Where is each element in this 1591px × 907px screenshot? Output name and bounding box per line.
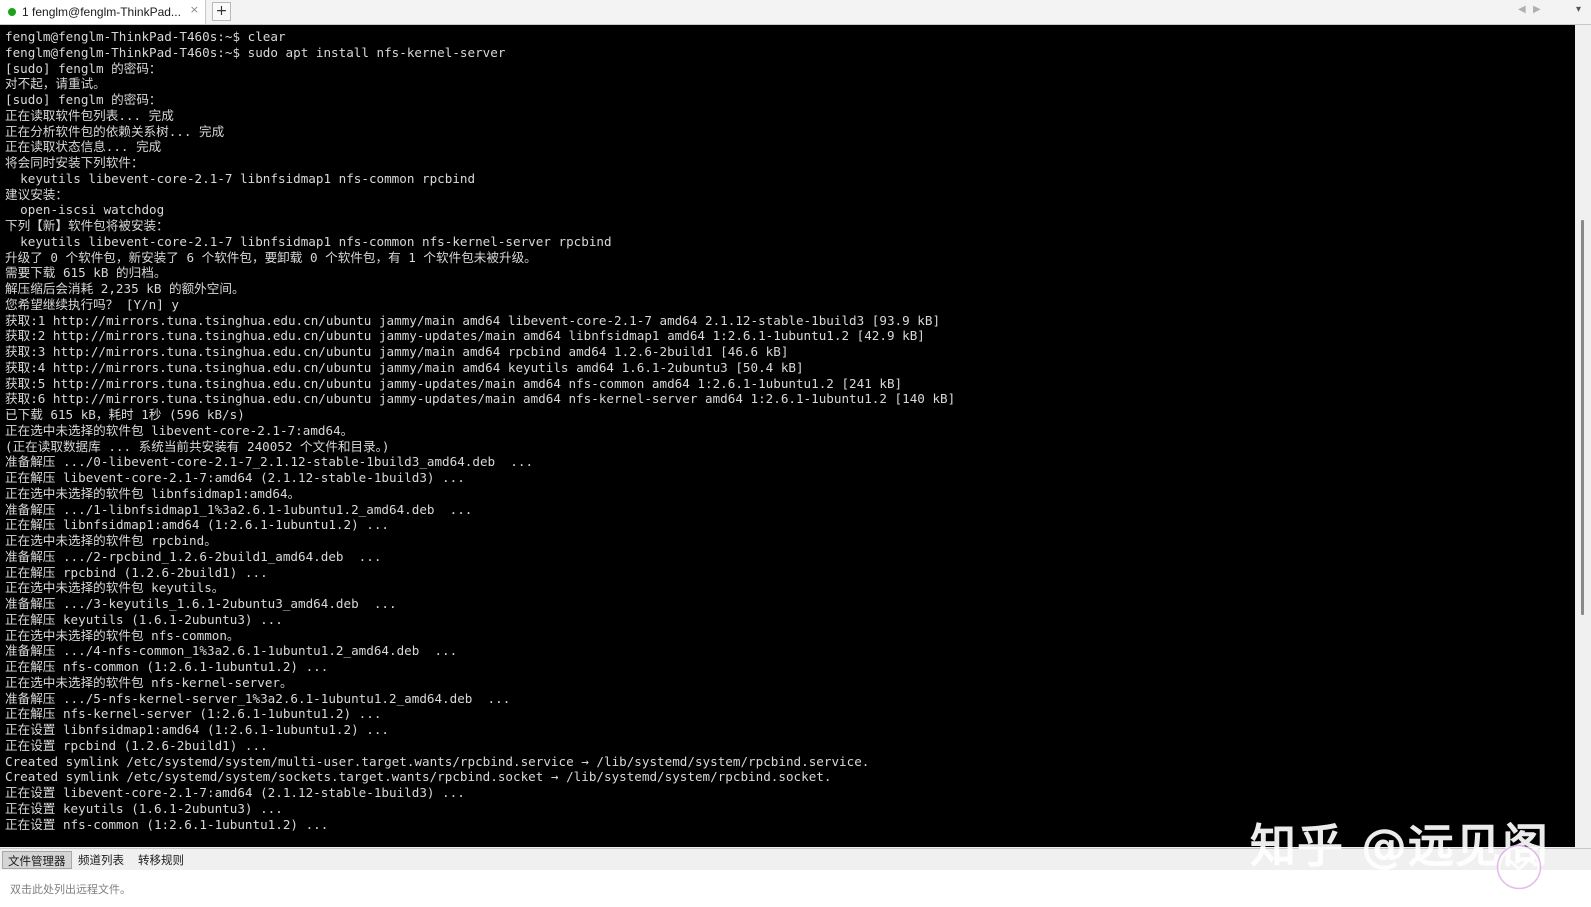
terminal-line: fenglm@fenglm-ThinkPad-T460s:~$ clear <box>5 29 286 44</box>
terminal-line: 下列【新】软件包将被安装： <box>5 218 169 233</box>
panel-hint-text: 双击此处列出远程文件。 <box>10 883 131 896</box>
tab-scroll-left-icon[interactable]: ◀ <box>1518 4 1526 15</box>
terminal-line: 已下载 615 kB，耗时 1秒 (596 kB/s) <box>5 407 245 422</box>
terminal-line: 正在解压 nfs-kernel-server (1:2.6.1-1ubuntu1… <box>5 706 382 722</box>
tab-transfer-rules[interactable]: 转移规则 <box>133 851 189 869</box>
terminal-app-window: 1 fenglm@fenglm-ThinkPad... × + ◀ ▶ ▾ fe… <box>0 0 1591 907</box>
terminal-line: (正在读取数据库 ... 系统当前共安装有 240052 个文件和目录。) <box>5 438 390 454</box>
terminal-line: 准备解压 .../4-nfs-common_1%3a2.6.1-1ubuntu1… <box>5 643 458 659</box>
terminal-line: 正在读取软件包列表... 完成 <box>5 107 174 123</box>
close-tab-icon[interactable]: × <box>190 3 199 16</box>
connection-status-icon <box>8 8 16 16</box>
terminal-line: 正在读取状态信息... 完成 <box>5 139 162 155</box>
terminal-line: 正在选中未选择的软件包 libnfsidmap1:amd64。 <box>5 485 301 501</box>
terminal-line: 将会同时安装下列软件： <box>5 155 144 170</box>
terminal-line: 正在选中未选择的软件包 libevent-core-2.1-7:amd64。 <box>5 422 354 438</box>
session-tab[interactable]: 1 fenglm@fenglm-ThinkPad... × <box>0 0 206 24</box>
terminal-line: [sudo] fenglm 的密码： <box>5 92 162 107</box>
terminal-line: open-iscsi watchdog <box>5 202 165 218</box>
terminal-line: [sudo] fenglm 的密码： <box>5 60 162 76</box>
session-tab-bar: 1 fenglm@fenglm-ThinkPad... × + ◀ ▶ ▾ <box>0 0 1591 25</box>
tab-list-menu-icon[interactable]: ▾ <box>1576 4 1581 15</box>
terminal-line: 解压缩后会消耗 2,235 kB 的额外空间。 <box>5 281 245 296</box>
terminal-line: 准备解压 .../3-keyutils_1.6.1-2ubuntu3_amd64… <box>5 596 397 611</box>
terminal-line: 正在解压 libnfsidmap1:amd64 (1:2.6.1-1ubuntu… <box>5 517 389 533</box>
terminal-line: 准备解压 .../2-rpcbind_1.2.6-2build1_amd64.d… <box>5 548 382 564</box>
terminal-line: 正在设置 libevent-core-2.1-7:amd64 (2.1.12-s… <box>5 785 465 800</box>
terminal-line: 获取:6 http://mirrors.tuna.tsinghua.edu.cn… <box>5 391 956 407</box>
scrollbar-thumb[interactable] <box>1581 220 1584 615</box>
terminal-line: 获取:5 http://mirrors.tuna.tsinghua.edu.cn… <box>5 375 903 391</box>
terminal-line: Created symlink /etc/systemd/system/mult… <box>5 753 870 769</box>
terminal-line: 正在设置 rpcbind (1.2.6-2build1) ... <box>5 737 268 753</box>
terminal-line: 正在设置 keyutils (1.6.1-2ubuntu3) ... <box>5 800 283 816</box>
terminal-line: 获取:3 http://mirrors.tuna.tsinghua.edu.cn… <box>5 344 789 359</box>
terminal-line: 准备解压 .../1-libnfsidmap1_1%3a2.6.1-1ubunt… <box>5 501 473 517</box>
terminal-line: 正在选中未选择的软件包 keyutils。 <box>5 580 225 596</box>
tab-channel-list[interactable]: 频道列表 <box>73 851 129 869</box>
terminal-scrollbar[interactable] <box>1575 25 1591 847</box>
terminal-line: 正在分析软件包的依赖关系树... 完成 <box>5 123 225 139</box>
terminal-line: Created symlink /etc/systemd/system/sock… <box>5 769 832 785</box>
terminal-line: 正在设置 nfs-common (1:2.6.1-1ubuntu1.2) ... <box>5 816 329 832</box>
terminal-line: 升级了 0 个软件包，新安装了 6 个软件包，要卸载 0 个软件包，有 1 个软… <box>5 249 537 265</box>
terminal-line: keyutils libevent-core-2.1-7 libnfsidmap… <box>5 233 612 249</box>
watermark-logo-icon <box>1496 844 1542 890</box>
terminal-line: 准备解压 .../5-nfs-kernel-server_1%3a2.6.1-1… <box>5 690 511 706</box>
terminal-line: 获取:1 http://mirrors.tuna.tsinghua.edu.cn… <box>5 312 941 328</box>
tab-file-manager[interactable]: 文件管理器 <box>2 851 72 869</box>
terminal-line: fenglm@fenglm-ThinkPad-T460s:~$ sudo apt… <box>5 44 506 60</box>
terminal-line: 建议安装： <box>5 186 68 202</box>
terminal-line: 正在解压 keyutils (1.6.1-2ubuntu3) ... <box>5 611 283 627</box>
terminal-line: keyutils libevent-core-2.1-7 libnfsidmap… <box>5 170 476 186</box>
terminal-line: 您希望继续执行吗？ [Y/n] y <box>5 296 180 312</box>
new-tab-button[interactable]: + <box>212 2 231 21</box>
session-tab-label: 1 fenglm@fenglm-ThinkPad... <box>22 5 181 19</box>
terminal-line: 对不起，请重试。 <box>5 76 106 92</box>
terminal-line: 获取:2 http://mirrors.tuna.tsinghua.edu.cn… <box>5 328 925 344</box>
terminal-line: 获取:4 http://mirrors.tuna.tsinghua.edu.cn… <box>5 359 804 375</box>
terminal-output[interactable]: fenglm@fenglm-ThinkPad-T460s:~$ clear fen… <box>0 25 1575 847</box>
terminal-line: 正在解压 rpcbind (1.2.6-2build1) ... <box>5 564 268 580</box>
terminal-line: 正在选中未选择的软件包 rpcbind。 <box>5 533 217 548</box>
terminal-line: 需要下载 615 kB 的归档。 <box>5 265 167 281</box>
terminal-line: 正在选中未选择的软件包 nfs-kernel-server。 <box>5 674 293 690</box>
terminal-line: 准备解压 .../0-libevent-core-2.1-7_2.1.12-st… <box>5 454 534 470</box>
terminal-line: 正在解压 nfs-common (1:2.6.1-1ubuntu1.2) ... <box>5 659 329 674</box>
tab-scroll-right-icon[interactable]: ▶ <box>1533 4 1541 15</box>
terminal-line: 正在设置 libnfsidmap1:amd64 (1:2.6.1-1ubuntu… <box>5 722 389 737</box>
terminal-line: 正在选中未选择的软件包 nfs-common。 <box>5 627 240 643</box>
terminal-line: 正在解压 libevent-core-2.1-7:amd64 (2.1.12-s… <box>5 470 465 485</box>
